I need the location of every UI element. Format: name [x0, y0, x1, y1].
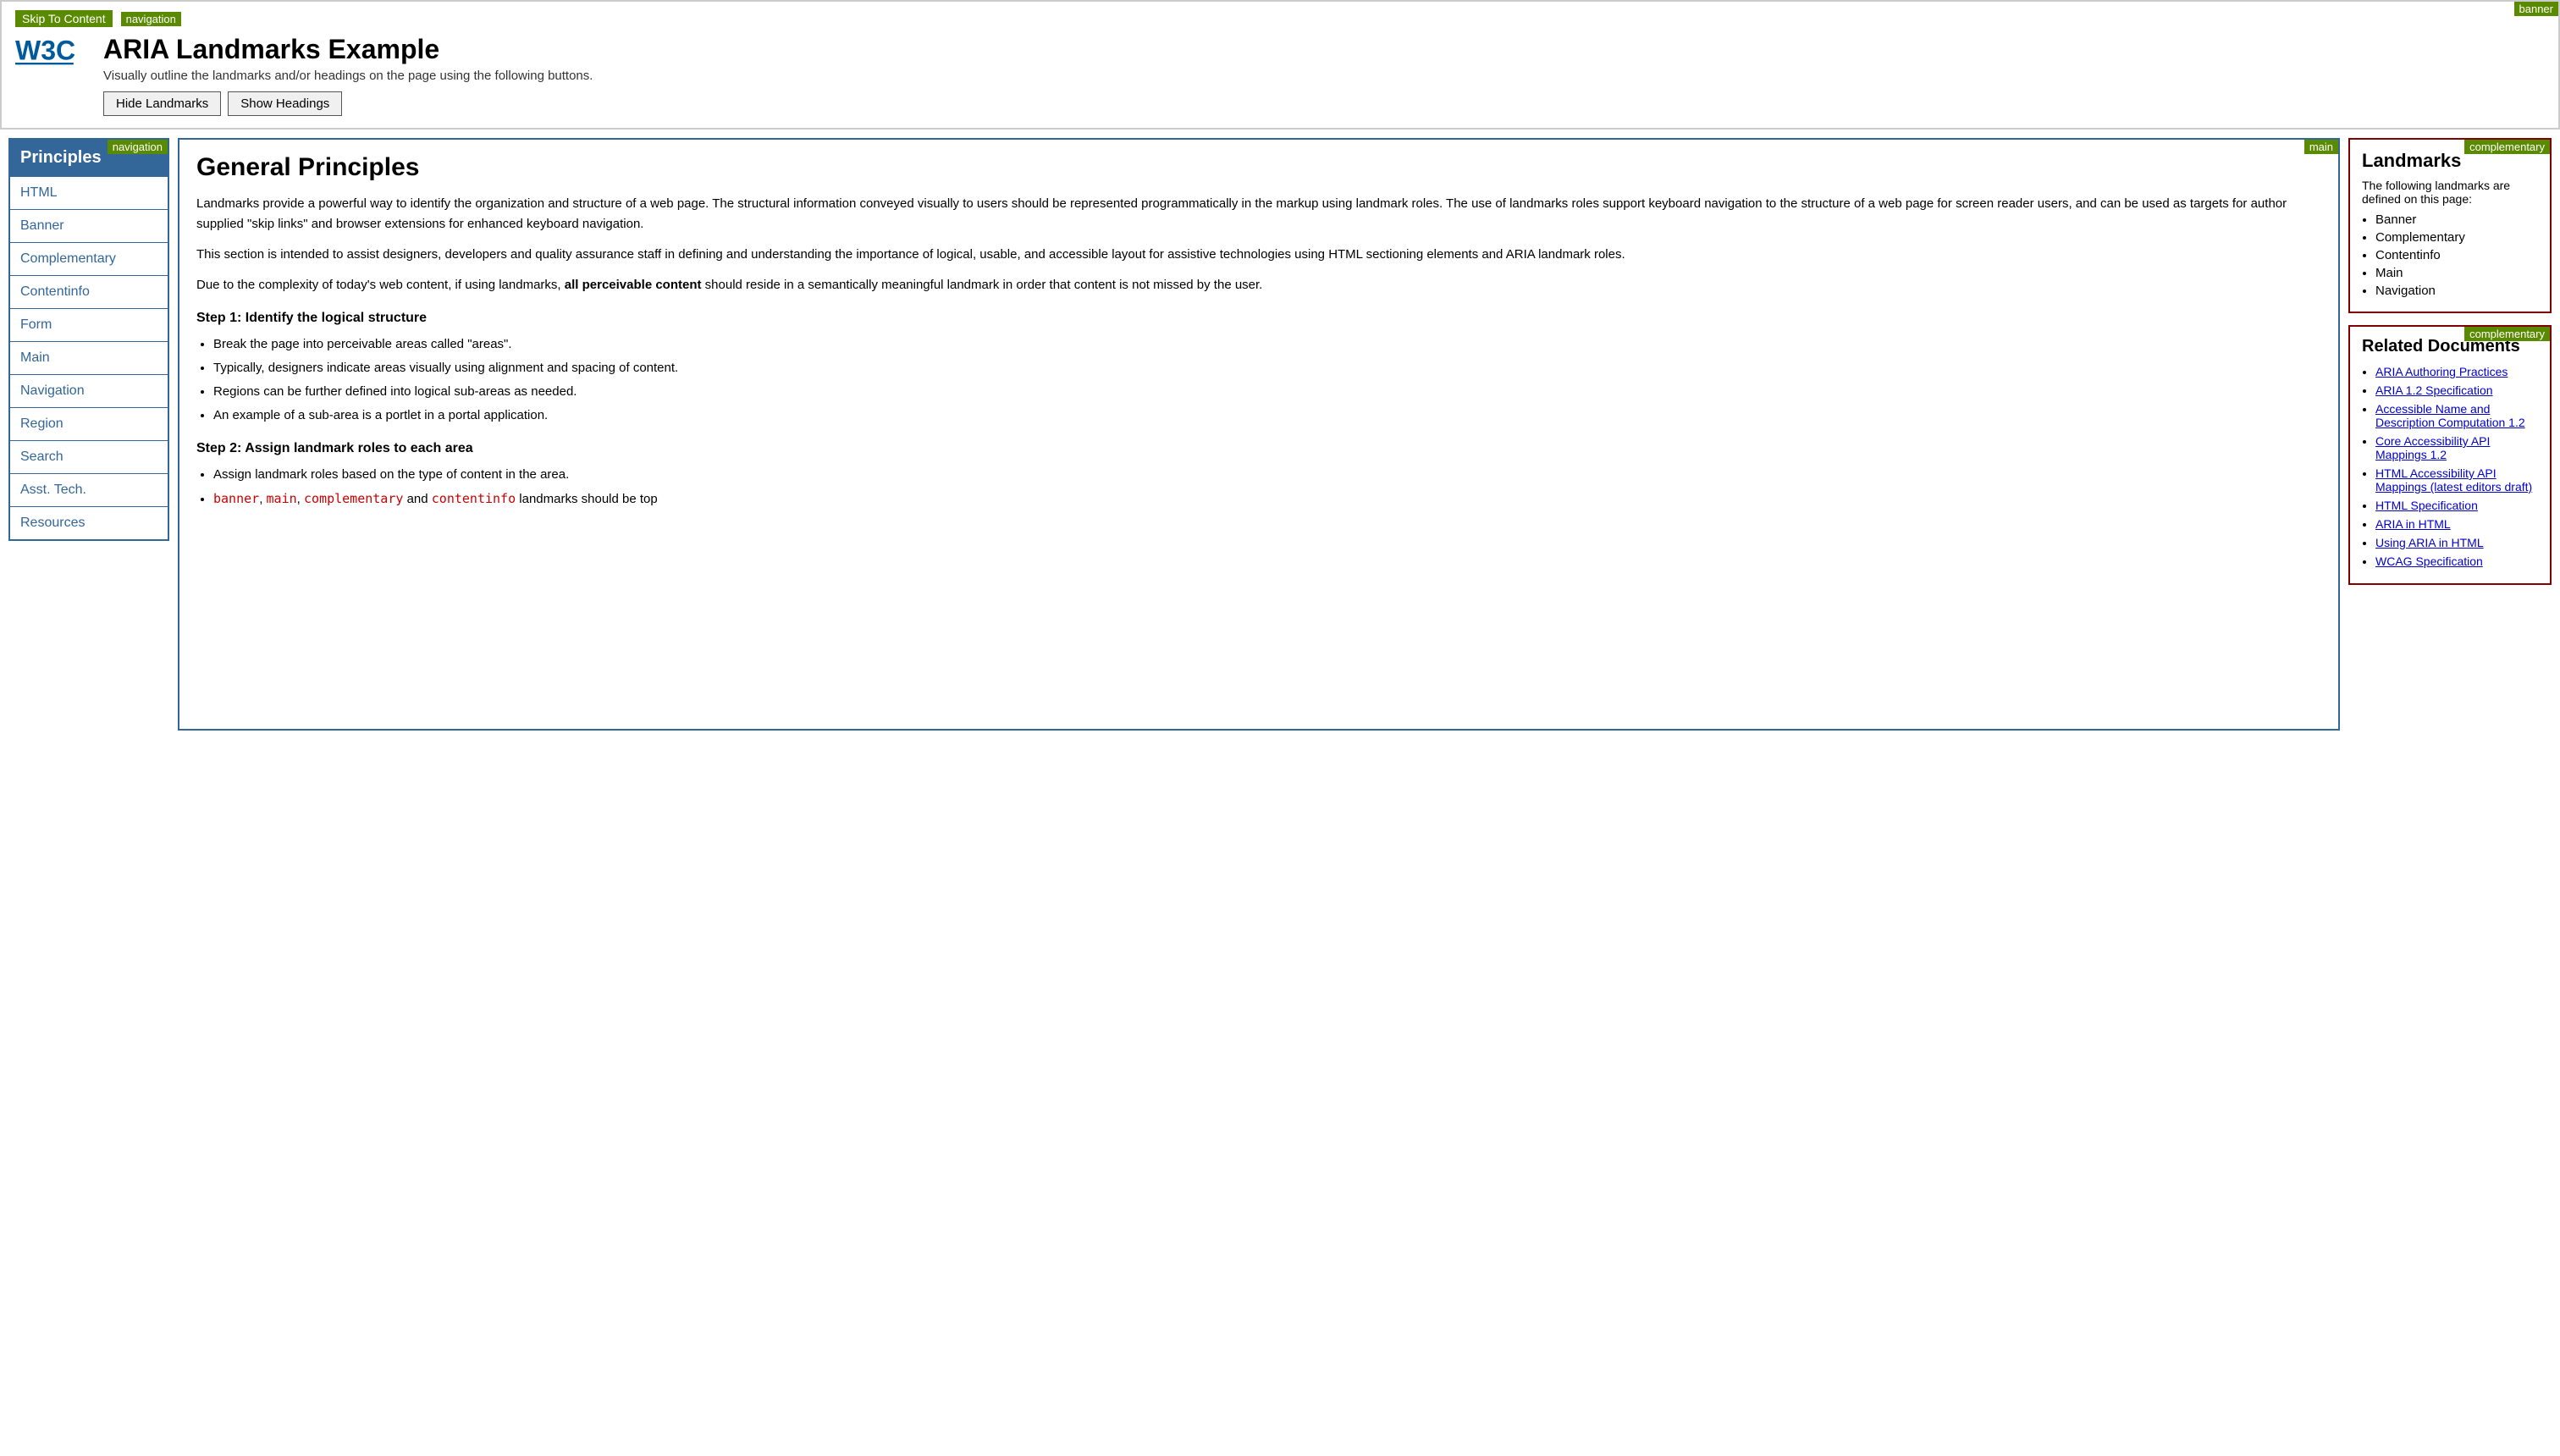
related-link-5[interactable]: HTML Specification — [2375, 499, 2478, 512]
list-item: Navigation — [2375, 284, 2538, 298]
list-item: Using ARIA in HTML — [2375, 536, 2538, 549]
hide-landmarks-button[interactable]: Hide Landmarks — [103, 91, 221, 116]
w3c-logo: W3C — [15, 34, 76, 68]
sidebar-item-complementary[interactable]: Complementary — [10, 242, 168, 275]
related-links-list: ARIA Authoring Practices ARIA 1.2 Specif… — [2375, 365, 2538, 568]
sidebar-item-resources[interactable]: Resources — [10, 506, 168, 539]
list-item: Contentinfo — [2375, 248, 2538, 262]
list-item: Main — [2375, 266, 2538, 280]
sidebar-item-asst-tech[interactable]: Asst. Tech. — [10, 473, 168, 506]
main-para-2: This section is intended to assist desig… — [196, 245, 2321, 265]
code-complementary: complementary — [304, 491, 403, 506]
list-item: banner, main, complementary and contenti… — [213, 488, 2321, 510]
list-item: HTML Specification — [2375, 499, 2538, 512]
list-item: Accessible Name and Description Computat… — [2375, 402, 2538, 429]
nav-label-header: navigation — [121, 12, 181, 26]
main-content: main General Principles Landmarks provid… — [178, 138, 2340, 731]
main-para-3: Due to the complexity of today's web con… — [196, 275, 2321, 295]
related-link-8[interactable]: WCAG Specification — [2375, 554, 2483, 568]
related-panel: complementary Related Documents ARIA Aut… — [2348, 325, 2552, 585]
list-item: ARIA Authoring Practices — [2375, 365, 2538, 378]
landmarks-list: Banner Complementary Contentinfo Main Na… — [2375, 212, 2538, 298]
code-main: main — [267, 491, 297, 506]
page-subtitle: Visually outline the landmarks and/or he… — [103, 69, 593, 83]
page-title: ARIA Landmarks Example — [103, 34, 593, 65]
step1-list: Break the page into perceivable areas ca… — [213, 334, 2321, 426]
related-link-3[interactable]: Core Accessibility API Mappings 1.2 — [2375, 434, 2490, 461]
related-panel-label: complementary — [2464, 327, 2550, 341]
sidebar-item-contentinfo[interactable]: Contentinfo — [10, 275, 168, 308]
sidebar-item-region[interactable]: Region — [10, 407, 168, 440]
banner-region: Skip To Content navigation banner W3C AR… — [0, 0, 2560, 130]
sidebar-item-main[interactable]: Main — [10, 341, 168, 374]
code-contentinfo: contentinfo — [432, 491, 516, 506]
related-link-0[interactable]: ARIA Authoring Practices — [2375, 365, 2508, 378]
related-link-1[interactable]: ARIA 1.2 Specification — [2375, 383, 2493, 397]
list-item: Break the page into perceivable areas ca… — [213, 334, 2321, 355]
landmarks-panel-subtext: The following landmarks are defined on t… — [2362, 179, 2538, 206]
sidebar-item-html[interactable]: HTML — [10, 176, 168, 209]
list-item: Typically, designers indicate areas visu… — [213, 358, 2321, 378]
sidebar-item-form[interactable]: Form — [10, 308, 168, 341]
banner-label: banner — [2514, 2, 2558, 16]
landmarks-panel: complementary Landmarks The following la… — [2348, 138, 2552, 313]
related-link-6[interactable]: ARIA in HTML — [2375, 517, 2451, 531]
sidebar-nav: navigation Principles HTML Banner Comple… — [8, 138, 169, 541]
step2-heading: Step 2: Assign landmark roles to each ar… — [196, 441, 2321, 456]
list-item: An example of a sub-area is a portlet in… — [213, 405, 2321, 426]
related-link-4[interactable]: HTML Accessibility API Mappings (latest … — [2375, 466, 2532, 494]
landmarks-panel-label: complementary — [2464, 140, 2550, 154]
list-item: HTML Accessibility API Mappings (latest … — [2375, 466, 2538, 494]
svg-text:W3C: W3C — [15, 35, 75, 65]
main-label: main — [2304, 140, 2338, 154]
list-item: Core Accessibility API Mappings 1.2 — [2375, 434, 2538, 461]
sidebar-item-navigation[interactable]: Navigation — [10, 374, 168, 407]
related-link-7[interactable]: Using ARIA in HTML — [2375, 536, 2484, 549]
show-headings-button[interactable]: Show Headings — [228, 91, 342, 116]
main-para-1: Landmarks provide a powerful way to iden… — [196, 194, 2321, 234]
step2-list: Assign landmark roles based on the type … — [213, 465, 2321, 510]
list-item: WCAG Specification — [2375, 554, 2538, 568]
right-panels: complementary Landmarks The following la… — [2348, 138, 2552, 585]
related-link-2[interactable]: Accessible Name and Description Computat… — [2375, 402, 2525, 429]
list-item: Banner — [2375, 212, 2538, 227]
page-layout: navigation Principles HTML Banner Comple… — [0, 130, 2560, 731]
list-item: ARIA in HTML — [2375, 517, 2538, 531]
skip-to-content-button[interactable]: Skip To Content — [15, 10, 113, 27]
list-item: Complementary — [2375, 230, 2538, 245]
code-banner: banner — [213, 491, 259, 506]
list-item: ARIA 1.2 Specification — [2375, 383, 2538, 397]
list-item: Regions can be further defined into logi… — [213, 382, 2321, 402]
step1-heading: Step 1: Identify the logical structure — [196, 311, 2321, 326]
nav-label-sidebar: navigation — [108, 140, 168, 154]
sidebar-item-search[interactable]: Search — [10, 440, 168, 473]
sidebar-item-banner[interactable]: Banner — [10, 209, 168, 242]
main-heading: General Principles — [196, 153, 2321, 182]
list-item: Assign landmark roles based on the type … — [213, 465, 2321, 485]
